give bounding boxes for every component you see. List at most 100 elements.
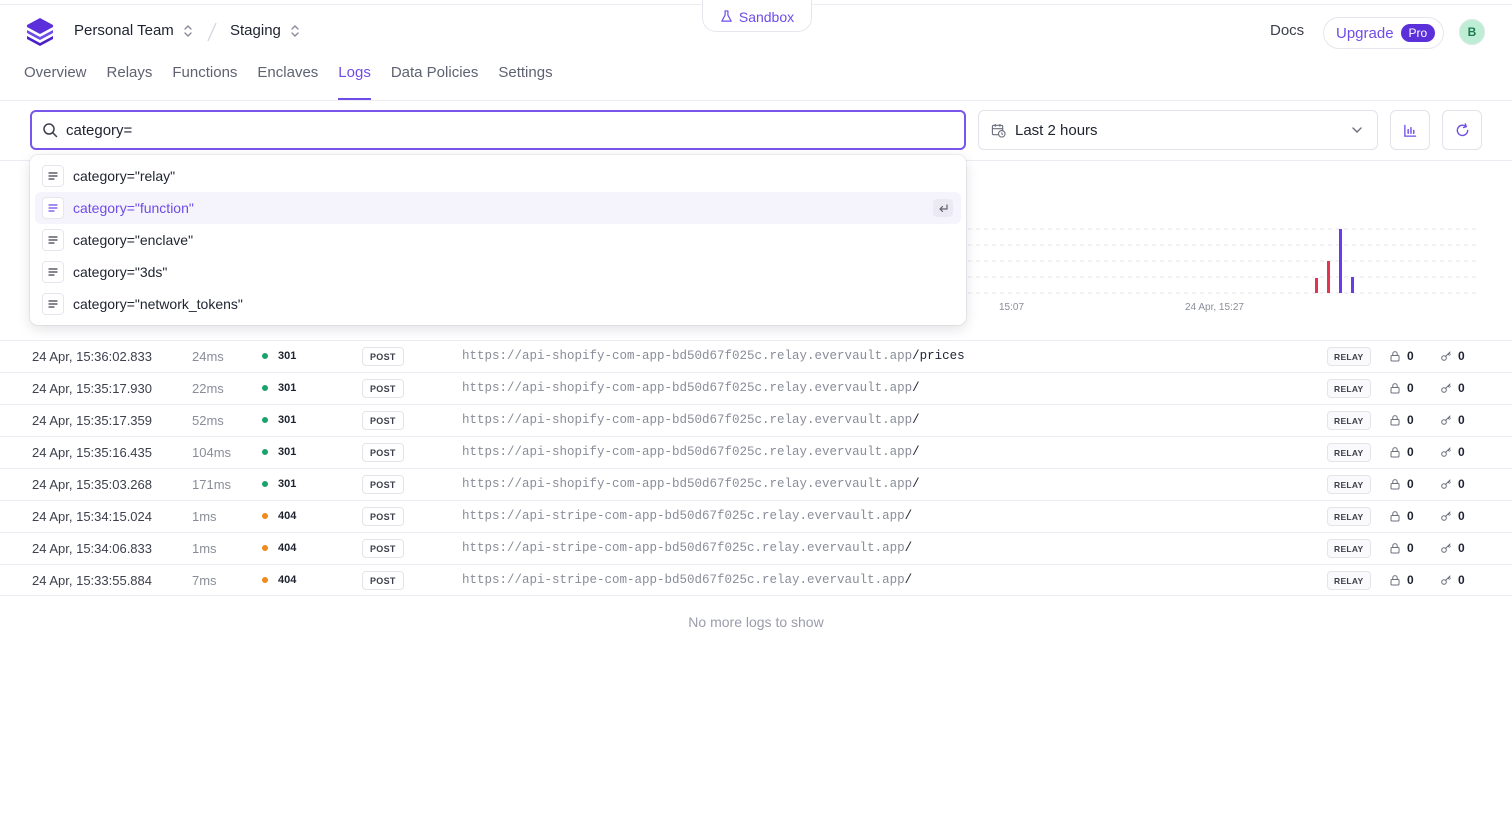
log-volume-chart-plot xyxy=(960,228,1480,294)
status-dot-icon xyxy=(262,353,268,359)
tab-relays[interactable]: Relays xyxy=(107,64,153,100)
lock-icon xyxy=(1390,383,1400,394)
suggestion-item[interactable]: category="enclave" xyxy=(35,224,961,256)
decrypted-value: 0 xyxy=(1458,477,1465,491)
chevron-up-down-icon xyxy=(291,24,299,37)
status-code: 404 xyxy=(278,574,297,586)
table-row[interactable]: 24 Apr, 15:36:02.833 24ms 301 POST https://a… xyxy=(0,340,1512,372)
log-type-badge: RELAY xyxy=(1327,571,1371,590)
status-code: 301 xyxy=(278,382,297,394)
table-row[interactable]: 24 Apr, 15:34:06.833 1ms 404 POST https://ap… xyxy=(0,532,1512,564)
status-dot-icon xyxy=(262,545,268,551)
log-type-badge: RELAY xyxy=(1327,539,1371,558)
table-row[interactable]: 24 Apr, 15:35:03.268 171ms 301 POST https://… xyxy=(0,468,1512,500)
suggestion-item[interactable]: category="function" xyxy=(35,192,961,224)
log-duration: 24ms xyxy=(192,349,224,364)
x-tick-label: 15:07 xyxy=(999,302,1025,313)
decrypted-value: 0 xyxy=(1458,349,1465,363)
bar-chart-icon xyxy=(1403,124,1416,137)
log-duration: 104ms xyxy=(192,445,232,460)
log-search-box[interactable] xyxy=(30,110,966,150)
url-path: /prices xyxy=(912,349,965,363)
log-type-badge: RELAY xyxy=(1327,379,1371,398)
status-code: 404 xyxy=(278,510,297,522)
search-input[interactable] xyxy=(66,121,946,139)
docs-link[interactable]: Docs xyxy=(1270,22,1304,39)
time-range-label: Last 2 hours xyxy=(1015,121,1098,139)
url-path: / xyxy=(912,381,920,395)
status-dot-icon xyxy=(262,513,268,519)
request-url: https://api-stripe-com-app-bd50d67f025c.… xyxy=(462,509,912,523)
log-duration: 52ms xyxy=(192,413,224,428)
url-path: / xyxy=(904,573,913,587)
suggestion-text: category="3ds" xyxy=(73,264,168,280)
sandbox-label: Sandbox xyxy=(738,8,795,25)
environment-switcher[interactable]: Staging xyxy=(230,22,300,39)
suggestion-text: category="enclave" xyxy=(73,232,194,248)
chevron-down-icon xyxy=(1352,127,1362,133)
decrypted-count: 0 xyxy=(1440,509,1465,523)
tab-functions[interactable]: Functions xyxy=(172,64,237,100)
log-duration: 22ms xyxy=(192,381,224,396)
status-badge: 404 xyxy=(262,574,296,586)
lock-icon xyxy=(1390,575,1400,586)
suggestion-text: category="function" xyxy=(73,200,194,216)
refresh-button[interactable] xyxy=(1442,110,1482,150)
team-switcher[interactable]: Personal Team xyxy=(74,22,193,39)
tab-logs[interactable]: Logs xyxy=(338,64,371,100)
sandbox-badge: Sandbox xyxy=(702,0,812,32)
encrypted-count: 0 xyxy=(1389,413,1414,427)
tab-data-policies[interactable]: Data Policies xyxy=(391,64,479,100)
status-badge: 404 xyxy=(262,542,296,554)
table-row[interactable]: 24 Apr, 15:34:15.024 1ms 404 POST https://ap… xyxy=(0,500,1512,532)
encrypted-count: 0 xyxy=(1389,381,1414,395)
toggle-chart-button[interactable] xyxy=(1390,110,1430,150)
url-host: https://api-shopify-com-app-bd50d67f025c… xyxy=(462,381,913,395)
log-timestamp: 24 Apr, 15:35:17.930 xyxy=(32,381,152,396)
status-badge: 301 xyxy=(262,414,296,426)
table-row[interactable]: 24 Apr, 15:35:17.359 52ms 301 POST https://a… xyxy=(0,404,1512,436)
status-badge: 404 xyxy=(262,510,296,522)
status-dot-icon xyxy=(262,385,268,391)
text-lines-icon xyxy=(42,197,64,219)
evervault-logo-icon[interactable] xyxy=(25,17,55,47)
key-icon xyxy=(1441,383,1451,393)
upgrade-button[interactable]: Upgrade Pro xyxy=(1323,17,1444,49)
suggestion-item[interactable]: category="3ds" xyxy=(35,256,961,288)
url-path: / xyxy=(904,541,913,555)
suggestion-text: category="relay" xyxy=(73,168,176,184)
tab-settings[interactable]: Settings xyxy=(498,64,552,100)
decrypted-value: 0 xyxy=(1458,381,1465,395)
enter-key-icon xyxy=(933,199,953,217)
tab-enclaves[interactable]: Enclaves xyxy=(257,64,318,100)
url-host: https://api-stripe-com-app-bd50d67f025c.… xyxy=(462,573,905,587)
suggestion-item[interactable]: category="network_tokens" xyxy=(35,288,961,320)
avatar[interactable]: B xyxy=(1459,19,1485,45)
suggestion-item[interactable]: category="relay" xyxy=(35,160,961,192)
chart-bar-error xyxy=(1327,261,1330,293)
refresh-icon xyxy=(1456,122,1468,136)
nav-divider xyxy=(0,100,1512,101)
key-icon xyxy=(1441,447,1451,457)
flask-icon xyxy=(721,10,732,22)
decrypted-count: 0 xyxy=(1440,573,1465,587)
team-name: Personal Team xyxy=(74,22,174,39)
request-url: https://api-stripe-com-app-bd50d67f025c.… xyxy=(462,541,912,555)
table-row[interactable]: 24 Apr, 15:33:55.884 7ms 404 POST https://ap… xyxy=(0,564,1512,596)
key-icon xyxy=(1441,479,1451,489)
encrypted-value: 0 xyxy=(1407,509,1414,523)
url-host: https://api-shopify-com-app-bd50d67f025c… xyxy=(462,445,913,459)
table-row[interactable]: 24 Apr, 15:35:17.930 22ms 301 POST https://a… xyxy=(0,372,1512,404)
tab-overview[interactable]: Overview xyxy=(24,64,87,100)
key-icon xyxy=(1441,543,1451,553)
status-code: 301 xyxy=(278,350,297,362)
table-row[interactable]: 24 Apr, 15:35:16.435 104ms 301 POST https://… xyxy=(0,436,1512,468)
environment-name: Staging xyxy=(230,22,281,39)
time-range-select[interactable]: Last 2 hours xyxy=(978,110,1378,150)
request-url: https://api-shopify-com-app-bd50d67f025c… xyxy=(462,445,920,459)
lock-icon xyxy=(1390,543,1400,554)
chart-bar-error xyxy=(1315,278,1318,293)
encrypted-value: 0 xyxy=(1407,477,1414,491)
url-host: https://api-stripe-com-app-bd50d67f025c.… xyxy=(462,541,905,555)
encrypted-value: 0 xyxy=(1407,445,1414,459)
